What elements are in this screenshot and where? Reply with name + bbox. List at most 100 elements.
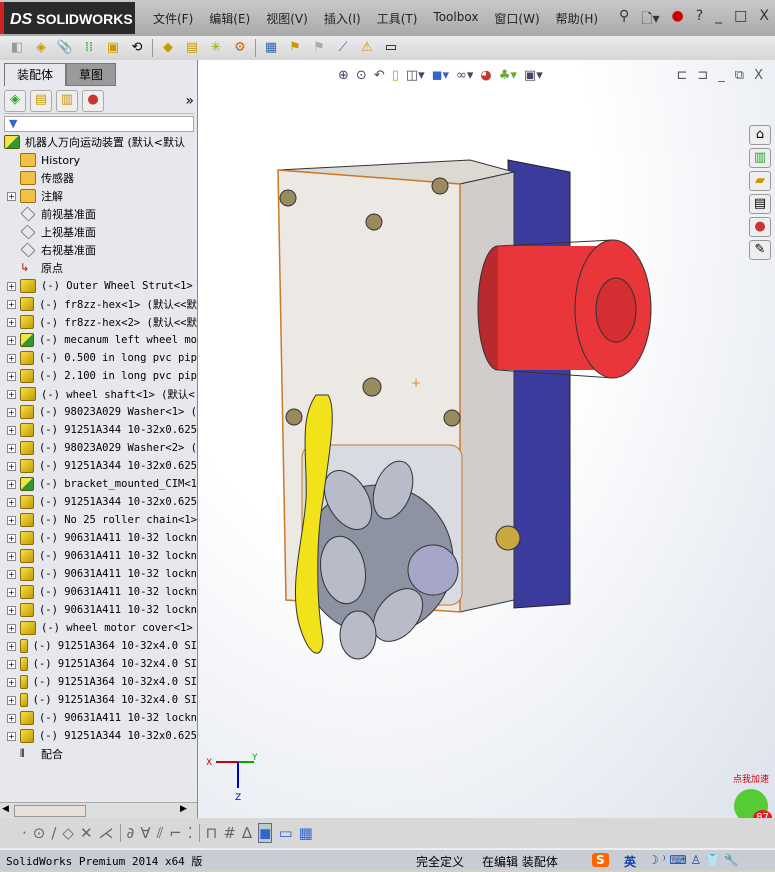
expand-toggle[interactable]: + xyxy=(7,731,16,741)
tree-item[interactable]: + (-) bracket_mounted_CIM<1 xyxy=(0,475,197,493)
bom-icon[interactable]: ▦ xyxy=(262,39,280,57)
reference-geometry-icon[interactable]: ✳ xyxy=(207,39,225,57)
move-component-icon[interactable]: ⟲ xyxy=(128,39,146,57)
solidworks-logo[interactable]: DS SOLIDWORKS xyxy=(0,2,135,34)
tree-item[interactable]: + (-) 91251A364 10-32x4.0 SI xyxy=(0,673,197,691)
rectangle-icon[interactable]: ⁚ xyxy=(188,824,193,842)
expand-toggle[interactable]: + xyxy=(7,569,16,579)
menu-help[interactable]: 帮助(H) xyxy=(548,10,606,27)
expand-toggle[interactable]: + xyxy=(7,191,16,201)
insert-component-icon[interactable]: ◧ xyxy=(8,39,26,57)
dimension-icon[interactable]: ⊓ xyxy=(206,824,218,842)
tree-item[interactable]: + (-) 90631A411 10-32 lockn xyxy=(0,709,197,727)
tree-item[interactable]: + (-) No 25 roller chain<1> xyxy=(0,511,197,529)
menu-view[interactable]: 视图(V) xyxy=(258,10,316,27)
trim-icon[interactable]: ✕ xyxy=(80,824,93,842)
ime-tools-icons[interactable]: ☽ ⁾ ⌨ ♙ 👕 🔧 xyxy=(648,853,739,867)
rebuild-traffic-light-icon[interactable]: ● xyxy=(672,8,684,32)
menu-edit[interactable]: 编辑(E) xyxy=(201,10,258,27)
expand-toggle[interactable]: + xyxy=(7,497,16,507)
restore-button[interactable]: □ xyxy=(734,8,747,32)
instant3d-icon[interactable]: ▭ xyxy=(382,39,400,57)
tree-item[interactable]: History xyxy=(0,151,197,169)
smart-fasteners-icon[interactable]: ▣ xyxy=(104,39,122,57)
expand-toggle[interactable]: + xyxy=(7,533,16,543)
tree-item[interactable]: 上视基准面 xyxy=(0,223,197,241)
expand-toggle[interactable]: + xyxy=(7,659,16,669)
grid-icon[interactable]: # xyxy=(223,824,236,842)
expand-toggle[interactable]: + xyxy=(7,551,16,561)
expand-toggle[interactable]: + xyxy=(7,641,16,651)
explode-line-icon[interactable]: ⚑ xyxy=(310,39,328,57)
tree-item[interactable]: 前视基准面 xyxy=(0,205,197,223)
expand-toggle[interactable]: + xyxy=(7,515,16,525)
expand-toggle[interactable]: + xyxy=(7,677,16,687)
tree-item[interactable]: 传感器 xyxy=(0,169,197,187)
exploded-view-icon[interactable]: ⚑ xyxy=(286,39,304,57)
help-button[interactable]: ? xyxy=(696,8,703,32)
expand-toggle[interactable]: + xyxy=(7,389,16,399)
tab-assembly[interactable]: 装配体 xyxy=(4,63,67,86)
tree-item[interactable]: + (-) 90631A411 10-32 lockn xyxy=(0,529,197,547)
expand-toggle[interactable]: + xyxy=(7,587,16,597)
angle-icon[interactable]: ∆ xyxy=(242,824,252,842)
circle-icon[interactable]: ⊙ xyxy=(33,824,46,842)
tree-item[interactable]: + (-) fr8zz-hex<1> (默认<<默 xyxy=(0,295,197,313)
new-motion-study-icon[interactable]: ⚙ xyxy=(231,39,249,57)
menu-window[interactable]: 窗口(W) xyxy=(486,10,547,27)
sogou-ime-icon[interactable]: S xyxy=(592,853,609,867)
tree-item[interactable]: + (-) 90631A411 10-32 lockn xyxy=(0,565,197,583)
menu-file[interactable]: 文件(F) xyxy=(145,10,201,27)
tree-item[interactable]: + (-) 91251A344 10-32x0.625 xyxy=(0,727,197,745)
scroll-thumb[interactable] xyxy=(14,805,86,817)
polygon-icon[interactable]: ◇ xyxy=(62,824,74,842)
expand-toggle[interactable]: + xyxy=(7,443,16,453)
tree-item[interactable]: + (-) 2.100 in long pvc pip xyxy=(0,367,197,385)
point-icon[interactable]: · xyxy=(22,824,27,842)
ime-language[interactable]: 英 xyxy=(624,853,636,870)
line-icon[interactable]: / xyxy=(51,824,56,842)
expand-toggle[interactable]: + xyxy=(7,461,16,471)
feature-manager-icon[interactable]: ◈ xyxy=(4,89,26,112)
expand-toggle[interactable]: + xyxy=(7,371,16,381)
horizontal-scrollbar[interactable]: ◀ ▶ xyxy=(0,802,197,818)
assembly-features-icon[interactable]: ▤ xyxy=(183,39,201,57)
tree-item[interactable]: + (-) 90631A411 10-32 lockn xyxy=(0,583,197,601)
expand-toggle[interactable]: + xyxy=(7,605,16,615)
expand-toggle[interactable]: + xyxy=(7,407,16,417)
tree-item[interactable]: + (-) 91251A344 10-32x0.625 xyxy=(0,493,197,511)
tree-item[interactable]: + (-) fr8zz-hex<2> (默认<<默 xyxy=(0,313,197,331)
menu-toolbox[interactable]: Toolbox xyxy=(425,10,486,27)
expand-toggle[interactable]: + xyxy=(7,335,16,345)
tree-item[interactable]: 机器人万向运动装置 (默认<默认 xyxy=(0,133,197,151)
corner-icon[interactable]: ⌐ xyxy=(169,824,182,842)
tree-item[interactable]: + (-) 91251A364 10-32x4.0 SI xyxy=(0,637,197,655)
table-icon[interactable]: ▦ xyxy=(299,824,313,842)
new-part-icon[interactable]: ◈ xyxy=(32,39,50,57)
window-icon[interactable]: ▭ xyxy=(278,824,292,842)
expand-panel-icon[interactable]: » xyxy=(185,93,194,109)
tab-sketch[interactable]: 草图 xyxy=(66,63,117,86)
assembly-model[interactable]: + X Y Z xyxy=(198,60,775,818)
tree-item[interactable]: + (-) 90631A411 10-32 lockn xyxy=(0,601,197,619)
minimize-button[interactable]: _ xyxy=(715,8,722,32)
tree-item[interactable]: + (-) mecanum left wheel mo xyxy=(0,331,197,349)
chamfer-icon[interactable]: ∀ xyxy=(140,824,150,842)
expand-toggle[interactable]: + xyxy=(7,623,16,633)
shaded-view-icon[interactable]: ◼ xyxy=(257,823,273,843)
tree-item[interactable]: + (-) wheel motor cover<1> xyxy=(0,619,197,637)
expand-toggle[interactable]: + xyxy=(7,695,16,705)
show-hidden-icon[interactable]: ◆ xyxy=(159,39,177,57)
extend-icon[interactable]: ⋌ xyxy=(99,824,114,842)
expand-toggle[interactable]: + xyxy=(7,425,16,435)
tree-item[interactable]: + (-) 98023A029 Washer<1> ( xyxy=(0,403,197,421)
close-button[interactable]: X xyxy=(759,8,769,32)
menu-insert[interactable]: 插入(I) xyxy=(316,10,369,27)
offset-icon[interactable]: ⫽ xyxy=(157,824,164,842)
interference-detection-icon[interactable]: ⟋ xyxy=(334,39,352,57)
mate-icon[interactable]: 📎 xyxy=(56,39,74,57)
tree-item[interactable]: + (-) 98023A029 Washer<2> ( xyxy=(0,439,197,457)
display-manager-icon[interactable]: ● xyxy=(82,89,104,112)
expand-toggle[interactable]: + xyxy=(7,713,16,723)
expand-toggle[interactable]: + xyxy=(7,299,16,309)
